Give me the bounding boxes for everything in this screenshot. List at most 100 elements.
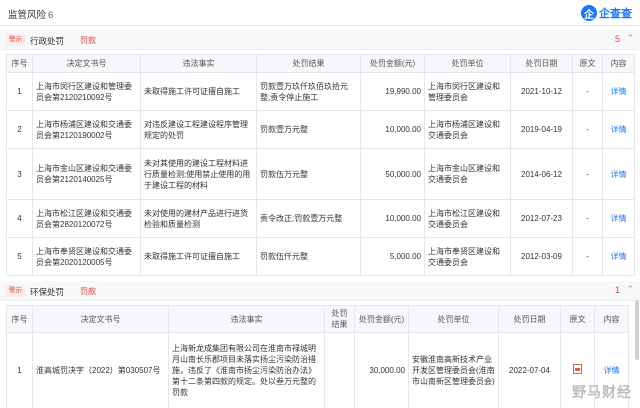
violation-fact: 未对其使用的建设工程材料进行质量检测;使用禁止使用的用于建设工程的材料 <box>140 148 257 200</box>
scrollbar[interactable] <box>635 300 639 360</box>
violation-fact: 上海新龙成集团有限公司在淮南市禄城明月山南长乐郡项目未落实扬尘污染防治措施，违反… <box>168 332 325 408</box>
penalty-result: 罚款伍仟元整 <box>256 237 361 276</box>
document-number: 上海市奉贤区建设和交通委员会第2020120005号 <box>32 237 141 276</box>
penalty-amount: 10,000.00 <box>360 199 425 238</box>
column-header: 序号 <box>6 305 33 333</box>
penalty-result <box>324 332 355 408</box>
penalty-authority: 上海市杨浦区建设和交通委员会 <box>424 110 511 149</box>
detail-link[interactable]: 详情 <box>602 72 635 111</box>
penalty-authority: 上海市金山区建设和交通委员会 <box>424 148 511 200</box>
column-header: 原文 <box>560 305 595 333</box>
warning-tag: 警示 <box>6 285 25 297</box>
column-header: 序号 <box>6 54 33 73</box>
logo-mark-icon: 企 <box>581 5 597 21</box>
column-header: 处罚结果 <box>324 305 355 333</box>
original-doc: - <box>572 148 603 200</box>
top-bar: 监管风险 6 企 企查查 <box>0 0 640 26</box>
column-header: 决定文书号 <box>32 54 141 73</box>
violation-fact: 未对使用的建材产品进行进货检验和质量检测 <box>140 199 257 238</box>
penalty-result: 责令改正;罚款壹万元整 <box>256 199 361 238</box>
admin-penalty-header: 警示 行政处罚 罚款 5 ⌃ <box>0 30 640 50</box>
violation-fact: 未取得施工许可证擅自施工 <box>140 237 257 276</box>
penalty-date: 2022-07-04 <box>498 332 561 408</box>
penalty-date: 2012-07-23 <box>510 199 573 238</box>
original-doc: - <box>572 199 603 238</box>
original-doc: - <box>572 110 603 149</box>
row-number: 2 <box>6 110 33 149</box>
env-penalty-header: 警示 环保处罚 罚款 1 ⌃ <box>0 281 640 301</box>
filter-fine[interactable]: 罚款 <box>80 35 96 46</box>
document-number: 上海市金山区建设和交通委员会第2120140025号 <box>32 148 141 200</box>
section-count: 1 <box>614 285 620 295</box>
row-number: 4 <box>6 199 33 238</box>
page-title: 监管风险 6 <box>8 10 54 21</box>
penalty-date: 2021-10-12 <box>510 72 573 111</box>
column-header: 违法事实 <box>140 54 257 73</box>
row-number: 3 <box>6 148 33 200</box>
table-row: 1 上海市闵行区建设和管理委员会第2120210092号 未取得施工许可证擅自施工罚… <box>6 72 635 111</box>
original-doc: - <box>572 72 603 111</box>
column-header: 内容 <box>602 54 635 73</box>
document-number: 上海市杨浦区建设和交通委员会第2120190002号 <box>32 110 141 149</box>
penalty-date: 2012-03-09 <box>510 237 573 276</box>
row-number: 1 <box>6 332 33 408</box>
detail-link[interactable]: 详情 <box>602 199 635 238</box>
penalty-authority: 上海市奉贤区建设和交通委员会 <box>424 237 511 276</box>
penalty-amount: 5,000.00 <box>360 237 425 276</box>
column-header: 处罚单位 <box>408 305 499 333</box>
column-header: 处罚金额(元) <box>354 305 409 333</box>
column-header: 处罚结果 <box>256 54 361 73</box>
column-header: 内容 <box>594 305 629 333</box>
section-count: 5 <box>614 34 620 44</box>
detail-link[interactable]: 详情 <box>602 110 635 149</box>
table-header-row: 序号 决定文书号 违法事实 处罚结果 处罚金额(元) 处罚单位 处罚日期 原文 内容 <box>6 305 629 333</box>
penalty-authority: 上海市闵行区建设和管理委员会 <box>424 72 511 111</box>
penalty-date: 2014-06-12 <box>510 148 573 200</box>
penalty-authority: 安徽淮南高新技术产业开发区管理委员会(淮南市山南新区管理委员会) <box>408 332 499 408</box>
qichacha-logo[interactable]: 企 企查查 <box>581 4 632 22</box>
penalty-result: 罚款壹万元整 <box>256 110 361 149</box>
column-header: 处罚单位 <box>424 54 511 73</box>
column-header: 处罚金额(元) <box>360 54 425 73</box>
penalty-amount: 19,990.00 <box>360 72 425 111</box>
risk-count: 6 <box>48 10 54 21</box>
collapse-icon[interactable]: ⌃ <box>626 284 634 295</box>
column-header: 原文 <box>572 54 603 73</box>
document-number: 淮高城罚决字（2022）第030507号 <box>32 332 169 408</box>
column-header: 决定文书号 <box>32 305 169 333</box>
section-title: 行政处罚 <box>30 36 65 46</box>
column-header: 违法事实 <box>168 305 325 333</box>
penalty-amount: 10,000.00 <box>360 110 425 149</box>
section-title: 环保处罚 <box>30 287 65 297</box>
document-number: 上海市闵行区建设和管理委员会第2120210092号 <box>32 72 141 111</box>
row-number: 1 <box>6 72 33 111</box>
filter-fine[interactable]: 罚款 <box>80 286 96 297</box>
row-number: 5 <box>6 237 33 276</box>
penalty-date: 2019-04-19 <box>510 110 573 149</box>
pdf-icon[interactable] <box>573 364 582 374</box>
penalty-amount: 50,000.00 <box>360 148 425 200</box>
warning-tag: 警示 <box>6 34 25 46</box>
penalty-amount: 30,000.00 <box>354 332 409 408</box>
original-doc: - <box>572 237 603 276</box>
detail-link[interactable]: 详情 <box>602 237 635 276</box>
penalty-result: 罚款壹万玖仟玖佰玖拾元整;责令停止施工 <box>256 72 361 111</box>
column-header: 处罚日期 <box>498 305 561 333</box>
penalty-authority: 上海市松江区建设和交通委员会 <box>424 199 511 238</box>
detail-link[interactable]: 详情 <box>602 148 635 200</box>
table-row: 5 上海市奉贤区建设和交通委员会第2020120005号 未取得施工许可证擅自施工罚… <box>6 237 635 276</box>
table-header-row: 序号 决定文书号 违法事实 处罚结果 处罚金额(元) 处罚单位 处罚日期 原文 内容 <box>6 54 635 73</box>
table-row: 3 上海市金山区建设和交通委员会第2120140025号 未对其使用的建设工程材料进… <box>6 148 635 200</box>
document-number: 上海市松江区建设和交通委员会第2820120072号 <box>32 199 141 238</box>
collapse-icon[interactable]: ⌃ <box>626 33 634 44</box>
violation-fact: 未取得施工许可证擅自施工 <box>140 72 257 111</box>
table-row: 4 上海市松江区建设和交通委员会第2820120072号 未对使用的建材产品进行进货… <box>6 199 635 238</box>
table-row: 1 淮高城罚决字（2022）第030507号 上海新龙成集团有限公司在淮南市禄城明月… <box>6 332 629 408</box>
violation-fact: 对违反建设工程建设程序管理规定的处罚 <box>140 110 257 149</box>
penalty-result: 罚款伍万元整 <box>256 148 361 200</box>
column-header: 处罚日期 <box>510 54 573 73</box>
admin-penalty-table: 序号 决定文书号 违法事实 处罚结果 处罚金额(元) 处罚单位 处罚日期 原文 内容 1 上海市闵… <box>6 54 635 276</box>
logo-text: 企查查 <box>599 8 632 20</box>
table-row: 2 上海市杨浦区建设和交通委员会第2120190002号 对违反建设工程建设程序管理… <box>6 110 635 149</box>
watermark: 野马财经 <box>572 384 632 400</box>
